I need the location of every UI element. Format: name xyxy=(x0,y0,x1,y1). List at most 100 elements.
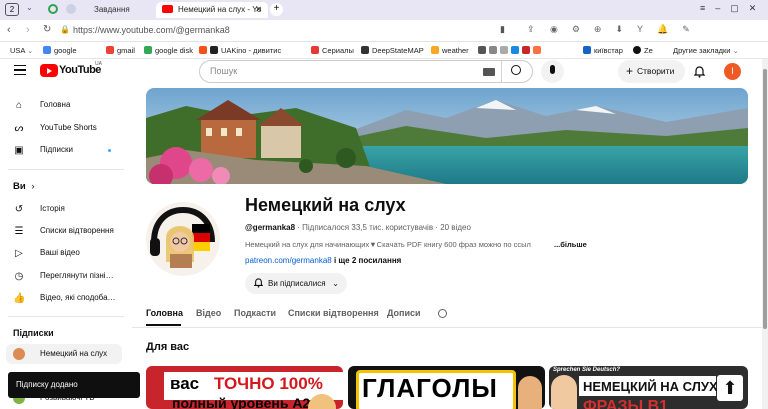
arrow-up-icon: ⬆ xyxy=(717,375,743,401)
bookmark-item[interactable]: google xyxy=(43,45,77,56)
bookmark-item[interactable]: DeepStateMAP xyxy=(361,45,424,56)
plus-icon: + xyxy=(626,64,634,78)
channel-name: Немецкий на слух xyxy=(245,195,406,215)
channel-meta: @germanka8 · Підписалося 33,5 тис. корис… xyxy=(245,223,471,232)
sidebar-item-label: Переглянути пізні… xyxy=(40,271,114,280)
video-thumbnail[interactable]: ГЛАГОЛЫ xyxy=(348,366,545,409)
sidebar-item-playlists[interactable]: ☰ Списки відтворення xyxy=(0,221,128,241)
gmail-icon xyxy=(106,46,114,54)
bookmark-item[interactable]: Сериалы xyxy=(311,45,354,56)
tab-posts[interactable]: Дописи xyxy=(387,308,421,318)
thumbnail-text: Sprechen Sie Deutsch? xyxy=(553,367,621,373)
video-count: 20 відео xyxy=(440,223,471,232)
channel-description[interactable]: Немецкий на слух для начинающих▼Скачать … xyxy=(245,240,590,249)
sidebar-item-your-videos[interactable]: ▷ Ваші відео xyxy=(0,243,128,263)
tab-favicon-icon xyxy=(66,4,76,14)
sidebar-item-label: YouTube Shorts xyxy=(40,123,97,132)
bookmark-item[interactable]: weather xyxy=(431,45,469,56)
tab-youtube[interactable]: Немецкий на слух - Yo ✕ xyxy=(156,2,268,18)
search-icon[interactable] xyxy=(511,65,521,75)
create-button[interactable]: + Створити xyxy=(618,60,685,83)
weather-icon xyxy=(431,46,439,54)
tab-list-chevron-icon[interactable]: ⌄ xyxy=(26,3,33,12)
new-tab-button[interactable]: + xyxy=(270,3,283,16)
watch-later-icon: ◷ xyxy=(14,271,24,282)
back-icon[interactable]: ‹ xyxy=(7,24,11,36)
google-icon xyxy=(43,46,51,54)
bookmark-item[interactable]: київстар xyxy=(583,45,623,56)
bookmark-item[interactable]: google disk xyxy=(144,45,193,56)
tab-playlists[interactable]: Списки відтворення xyxy=(288,308,379,318)
video-thumbnail[interactable]: Sprechen Sie Deutsch? НЕМЕЦКИЙ НА СЛУХ Ф… xyxy=(549,366,748,409)
youtube-page: YouTube UA Пошук + Створити I ⌂ Головна ᔕY… xyxy=(0,59,768,409)
active-tab-underline xyxy=(146,324,181,326)
search-box[interactable]: Пошук xyxy=(199,60,533,83)
channel-handle: @germanka8 xyxy=(245,223,296,232)
browser-tab-bar: 2 ⌄ Завдання Немецкий на слух - Yo ✕ + ≡… xyxy=(0,0,768,20)
sidebar-subscription-item[interactable]: Немецкий на слух xyxy=(6,344,122,364)
sidebar-item-label: Історія xyxy=(40,204,65,213)
channel-search-icon[interactable] xyxy=(438,309,447,318)
bookmark-page-icon[interactable]: ▮ xyxy=(500,24,505,35)
bookmark-icon xyxy=(478,46,486,54)
you-section-title[interactable]: Ви › xyxy=(13,181,35,192)
forward-icon[interactable]: › xyxy=(26,24,30,36)
bookmark-item[interactable]: gmail xyxy=(106,45,135,56)
sidebar-divider xyxy=(8,169,124,170)
description-text: Немецкий на слух для начинающих▼Скачать … xyxy=(245,240,531,249)
bookmark-icons-row[interactable] xyxy=(478,45,544,56)
bookmark-icon xyxy=(511,46,519,54)
sidebar-item-liked[interactable]: 👍 Відео, які сподоба… xyxy=(0,288,128,308)
reload-icon[interactable]: ↻ xyxy=(43,24,51,35)
tab-label: Немецкий на слух - Yo xyxy=(178,5,262,14)
bookmark-icon xyxy=(489,46,497,54)
search-divider xyxy=(501,61,502,82)
thumbnail-text: вас xyxy=(170,374,200,393)
sidebar-item-label: Підписки xyxy=(40,145,73,154)
other-bookmarks[interactable]: Другие закладки ⌄ xyxy=(673,45,739,56)
sidebar-item-label: Списки відтворення xyxy=(40,226,114,235)
sidebar-item-history[interactable]: ↺ Історія xyxy=(0,199,128,219)
close-tab-icon[interactable]: ✕ xyxy=(255,2,262,18)
search-input[interactable]: Пошук xyxy=(210,66,237,76)
subscribed-button[interactable]: Ви підписалися ⌄ xyxy=(245,273,347,294)
channel-banner xyxy=(146,88,748,184)
tab-count-badge[interactable]: 2 xyxy=(5,3,19,16)
playlists-icon: ☰ xyxy=(14,226,24,237)
subscribed-label: Ви підписалися xyxy=(268,279,326,288)
sidebar-item-subscriptions[interactable]: ▣ Підписки xyxy=(0,140,128,160)
video-thumbnail[interactable]: вас ТОЧНО 100% полный уровень А2 xyxy=(146,366,343,409)
sidebar-item-shorts[interactable]: ᔕ YouTube Shorts xyxy=(0,118,128,138)
tab-tasks[interactable]: Завдання xyxy=(66,2,151,18)
your-videos-icon: ▷ xyxy=(15,248,23,259)
notifications-bell-icon[interactable] xyxy=(693,65,706,78)
bookmark-item[interactable]: UAKino - дивитис xyxy=(199,45,304,56)
url-text[interactable]: https://www.youtube.com/@germanka8 xyxy=(73,25,230,35)
bookmark-item[interactable]: Ze xyxy=(633,45,653,56)
tab-videos[interactable]: Відео xyxy=(196,308,221,318)
share-icon[interactable]: ⇪ xyxy=(527,24,535,35)
shorts-icon: ᔕ xyxy=(14,123,24,134)
sidebar-divider xyxy=(8,316,124,317)
sidebar-item-watch-later[interactable]: ◷ Переглянути пізні… xyxy=(0,266,128,286)
page-scrollbar[interactable] xyxy=(762,59,768,409)
account-avatar[interactable]: I xyxy=(724,63,741,80)
keyboard-icon[interactable] xyxy=(483,68,495,76)
sidebar-item-home[interactable]: ⌂ Головна xyxy=(0,95,128,115)
bookmark-item[interactable]: USA ⌄ xyxy=(10,45,33,56)
tab-podcasts[interactable]: Подкасти xyxy=(234,308,276,318)
voice-search-button[interactable] xyxy=(541,60,564,83)
chevron-down-icon: ⌄ xyxy=(332,279,339,288)
extension-icon[interactable] xyxy=(48,4,58,14)
bookmark-icon xyxy=(361,46,369,54)
more-links[interactable]: і ще 2 посилання xyxy=(334,256,401,265)
bookmark-icon xyxy=(533,46,541,54)
subscriptions-section-title: Підписки xyxy=(13,328,54,338)
chevron-right-icon: › xyxy=(31,181,35,192)
description-more-link[interactable]: ...більше xyxy=(551,240,587,249)
channel-avatar-large[interactable] xyxy=(146,202,220,276)
thumbnail-text: полный уровень А2 xyxy=(172,395,311,409)
subscriber-count: Підписалося 33,5 тис. користувачів xyxy=(302,223,434,232)
tab-home[interactable]: Головна xyxy=(146,308,183,318)
channel-link[interactable]: patreon.com/germanka8 xyxy=(245,256,332,265)
